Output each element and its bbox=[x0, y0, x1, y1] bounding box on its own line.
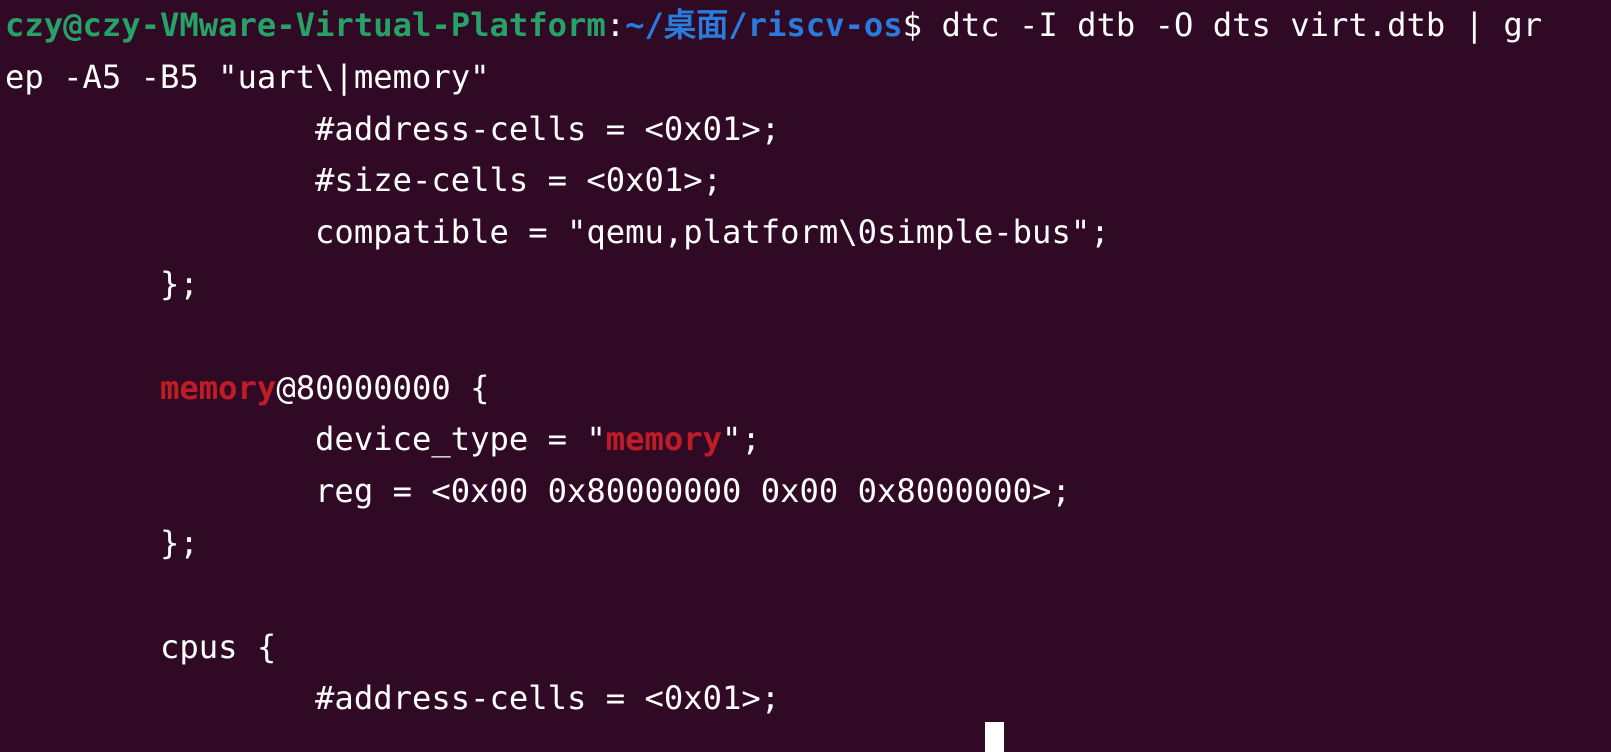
output-line-memory-node: memory@80000000 { bbox=[5, 363, 1611, 415]
output-text: @80000000 { bbox=[276, 368, 490, 407]
command-continuation: ep -A5 -B5 "uart\|memory" bbox=[5, 57, 490, 96]
prompt-path: ~/桌面/riscv-os bbox=[625, 6, 903, 44]
terminal-cursor bbox=[985, 722, 1004, 752]
output-text: device_type = " bbox=[5, 420, 606, 459]
terminal-window[interactable]: czy@czy-VMware-Virtual-Platform:~/桌面/ris… bbox=[0, 0, 1611, 752]
prompt-colon: : bbox=[605, 6, 626, 44]
grep-match-highlight: memory bbox=[160, 368, 277, 407]
output-line: cpus { bbox=[5, 627, 277, 666]
grep-match-highlight: memory bbox=[605, 420, 723, 459]
output-text: "; bbox=[722, 420, 761, 459]
output-line: }; bbox=[5, 264, 199, 303]
prompt-dollar: $ bbox=[902, 6, 923, 44]
prompt-user-host: czy@czy-VMware-Virtual-Platform bbox=[5, 6, 606, 44]
output-line: #address-cells = <0x01>; bbox=[5, 679, 781, 718]
output-line-device-type: device_type = "memory"; bbox=[5, 414, 1611, 466]
output-line: }; bbox=[5, 523, 199, 562]
command-text: dtc -I dtb -O dts virt.dtb | gr bbox=[922, 6, 1543, 44]
output-line: #size-cells = <0x01>; bbox=[5, 161, 723, 200]
output-line: reg = <0x00 0x80000000 0x00 0x8000000>; bbox=[5, 472, 1071, 511]
prompt-line: czy@czy-VMware-Virtual-Platform:~/桌面/ris… bbox=[5, 0, 1611, 52]
output-line: compatible = "qemu,platform\0simple-bus"… bbox=[5, 213, 1110, 252]
output-line: #address-cells = <0x01>; bbox=[5, 109, 781, 148]
